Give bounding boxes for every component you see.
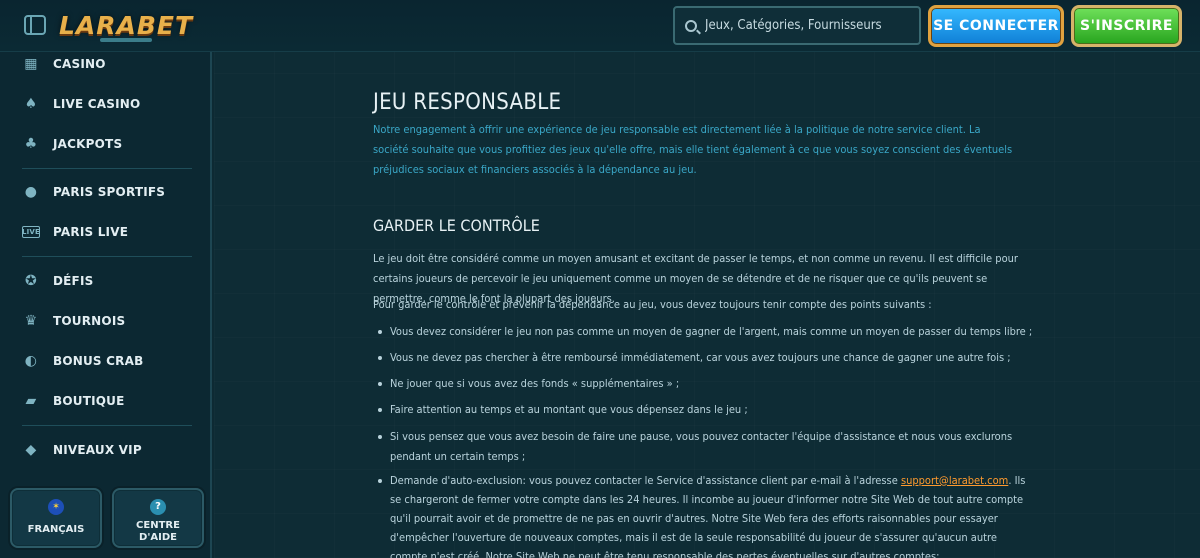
list-item: Vous devez considérer le jeu non pas com… (378, 322, 1038, 342)
sidebar-item-label: CASINO (53, 57, 106, 71)
list-item: Si vous pensez que vous avez besoin de f… (378, 427, 1033, 467)
basket-icon: ▰ (25, 393, 37, 409)
list-item: Faire attention au temps et au montant q… (378, 400, 1038, 420)
trophy-icon: ♛ (24, 313, 38, 329)
sidebar-item-boutique[interactable]: ▰ BOUTIQUE (22, 389, 125, 413)
language-button[interactable]: ✶ FRANÇAIS (10, 488, 102, 548)
sidebar-item-paris-live[interactable]: LIVE PARIS LIVE (22, 220, 128, 244)
logo-decoration (100, 38, 152, 42)
responsible-gaming-article: JEU RESPONSABLE Notre engagement à offri… (373, 90, 1038, 558)
login-button[interactable]: SE CONNECTER (928, 5, 1064, 47)
sidebar-item-niveaux-vip[interactable]: ◆ NIVEAUX VIP (22, 438, 142, 462)
list-item-text: Demande d'auto-exclusion: vous pouvez co… (390, 474, 901, 487)
sidebar-toggle-icon[interactable] (24, 15, 46, 35)
intro-paragraph: Notre engagement à offrir une expérience… (373, 123, 1013, 176)
sidebar-item-label: DÉFIS (53, 274, 94, 288)
help-center-button[interactable]: ? CENTRE D'AIDE (112, 488, 204, 548)
page-title: JEU RESPONSABLE (373, 90, 562, 115)
sidebar-divider (22, 168, 192, 169)
sidebar-item-label: JACKPOTS (53, 137, 123, 151)
search-box[interactable] (673, 6, 921, 45)
sidebar-item-label: TOURNOIS (53, 314, 126, 328)
sidebar-item-label: PARIS LIVE (53, 225, 129, 239)
sidebar-item-bonus-crab[interactable]: ◐ BONUS CRAB (22, 349, 143, 373)
sidebar-item-jackpots[interactable]: ♣ JACKPOTS (22, 132, 122, 156)
list-item: Ne jouer que si vous avez des fonds « su… (378, 374, 1038, 394)
help-icon: ? (150, 499, 166, 515)
support-email-link[interactable]: support@larabet.com (901, 474, 1008, 487)
language-label: FRANÇAIS (27, 524, 85, 535)
header: LARABET SE CONNECTER S'INSCRIRE (0, 0, 1200, 52)
sidebar-item-paris-sportifs[interactable]: ● PARIS SPORTIFS (22, 180, 165, 204)
list-item: Demande d'auto-exclusion: vous pouvez co… (378, 471, 1033, 558)
signup-button[interactable]: S'INSCRIRE (1071, 5, 1182, 47)
sidebar-divider (22, 256, 192, 257)
help-label-line1: CENTRE (136, 520, 180, 531)
clover-icon: ♣ (24, 136, 38, 152)
main-content: JEU RESPONSABLE Notre engagement à offri… (214, 52, 1200, 558)
card-icon: ♠ (24, 96, 38, 112)
search-icon (685, 19, 697, 32)
live-icon: LIVE (21, 226, 41, 238)
sidebar: ▦ CASINO ♠ LIVE CASINO ♣ JACKPOTS ● PARI… (0, 52, 212, 558)
crab-icon: ◐ (24, 353, 38, 369)
sidebar-item-label: LIVE CASINO (53, 97, 141, 111)
section-title: GARDER LE CONTRÔLE (373, 216, 540, 235)
sidebar-item-label: BOUTIQUE (53, 394, 125, 408)
casino-icon: ▦ (24, 56, 38, 72)
sidebar-item-label: NIVEAUX VIP (53, 443, 142, 457)
search-input[interactable] (705, 18, 905, 33)
eu-flag-icon: ✶ (48, 499, 64, 515)
badge-icon: ✪ (25, 273, 37, 289)
sidebar-item-live-casino[interactable]: ♠ LIVE CASINO (22, 92, 141, 116)
paragraph: Pour garder le contrôle et prévenir la d… (373, 298, 932, 311)
sidebar-item-label: PARIS SPORTIFS (53, 185, 166, 199)
sidebar-item-tournois[interactable]: ♛ TOURNOIS (22, 309, 126, 333)
ball-icon: ● (24, 184, 38, 200)
list-item: Vous ne devez pas chercher à être rembou… (378, 348, 1038, 368)
sidebar-item-casino[interactable]: ▦ CASINO (22, 52, 106, 76)
sidebar-item-defis[interactable]: ✪ DÉFIS (22, 269, 93, 293)
diamond-icon: ◆ (25, 442, 37, 458)
sidebar-divider (22, 425, 192, 426)
sidebar-item-label: BONUS CRAB (53, 354, 144, 368)
help-label-line2: D'AIDE (139, 532, 177, 543)
